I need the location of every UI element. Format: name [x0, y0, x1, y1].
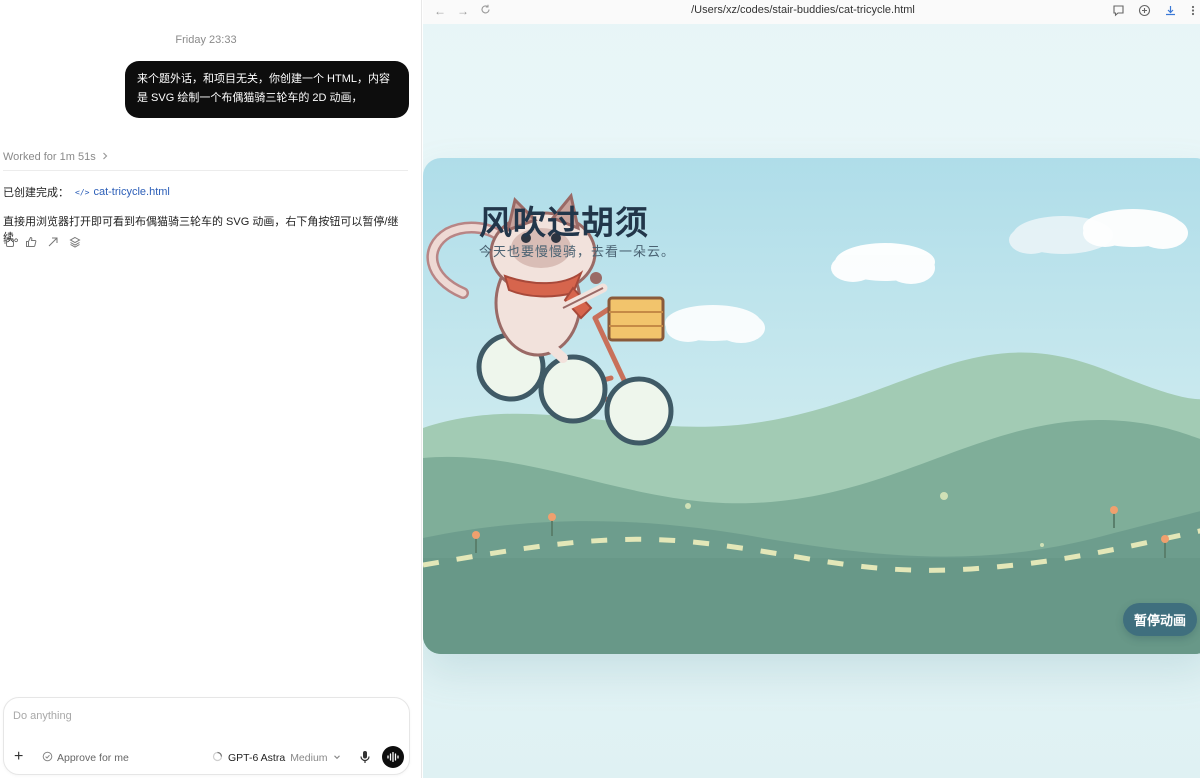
cloud-middle: [831, 243, 935, 284]
shield-icon: [42, 751, 53, 765]
ground-shade: [423, 558, 1200, 654]
pause-animation-button[interactable]: 暂停动画: [1123, 603, 1197, 636]
divider: [3, 170, 408, 171]
microphone-icon[interactable]: [359, 750, 371, 769]
scene-title: 风吹过胡须: [479, 203, 649, 242]
model-name: GPT-6 Astra: [228, 752, 286, 764]
voice-mode-button[interactable]: [382, 746, 404, 768]
worked-duration-label: Worked for 1m 51s: [3, 151, 96, 163]
share-icon[interactable]: [47, 236, 59, 248]
worked-duration-toggle[interactable]: Worked for 1m 51s: [3, 151, 109, 163]
model-selector[interactable]: GPT-6 Astra Medium: [212, 751, 341, 765]
chevron-right-icon: [101, 151, 109, 163]
scene-subtitle: 今天也要慢慢骑，去看一朵云。: [479, 245, 676, 260]
add-icon[interactable]: [1138, 4, 1152, 18]
download-icon[interactable]: [1164, 4, 1178, 18]
browser-pane: ← → /Users/xz/codes/stair-buddies/cat-tr…: [423, 0, 1200, 778]
field-dot: [685, 503, 691, 509]
composer-input[interactable]: Do anything: [13, 710, 72, 722]
url-bar[interactable]: /Users/xz/codes/stair-buddies/cat-tricyc…: [423, 4, 1183, 16]
spinner-icon: [212, 751, 223, 765]
chat-pane: Friday 23:33 来个题外话，和项目无关，你创建一个 HTML，内容是 …: [0, 0, 422, 778]
cloud-left: [665, 305, 765, 343]
stack-icon[interactable]: [69, 236, 81, 248]
message-timestamp: Friday 23:33: [175, 34, 237, 46]
waveform-icon: [387, 752, 399, 762]
browser-toolbar: ← → /Users/xz/codes/stair-buddies/cat-tr…: [423, 0, 1200, 24]
file-link[interactable]: </> cat-tricycle.html: [75, 186, 170, 198]
chevron-down-icon: [333, 752, 341, 764]
animation-stage: 风吹过胡须 今天也要慢慢骑，去看一朵云。 暂停动画: [423, 158, 1200, 654]
copy-icon[interactable]: [3, 236, 15, 248]
thumbs-icon[interactable]: [25, 236, 37, 248]
user-message-bubble: 来个题外话，和项目无关，你创建一个 HTML，内容是 SVG 绘制一个布偶猫骑三…: [125, 61, 409, 118]
more-icon[interactable]: [1190, 4, 1200, 18]
comment-icon[interactable]: [1112, 4, 1126, 18]
add-attachment-button[interactable]: +: [14, 749, 23, 765]
field-dot: [1040, 543, 1044, 547]
composer: Do anything + Approve for me GPT-6 Astra…: [3, 697, 410, 775]
cloud-right-front: [1083, 209, 1188, 249]
code-file-icon: </>: [75, 187, 90, 197]
basket: [607, 296, 665, 342]
created-line: 已创建完成： </> cat-tricycle.html: [3, 184, 170, 200]
file-link-label: cat-tricycle.html: [93, 186, 170, 198]
approve-for-me-toggle[interactable]: Approve for me: [42, 751, 129, 765]
message-actions: [3, 236, 81, 248]
model-effort: Medium: [290, 752, 328, 764]
field-dot: [940, 492, 948, 500]
approve-label: Approve for me: [57, 752, 129, 764]
created-prefix: 已创建完成：: [3, 187, 69, 199]
